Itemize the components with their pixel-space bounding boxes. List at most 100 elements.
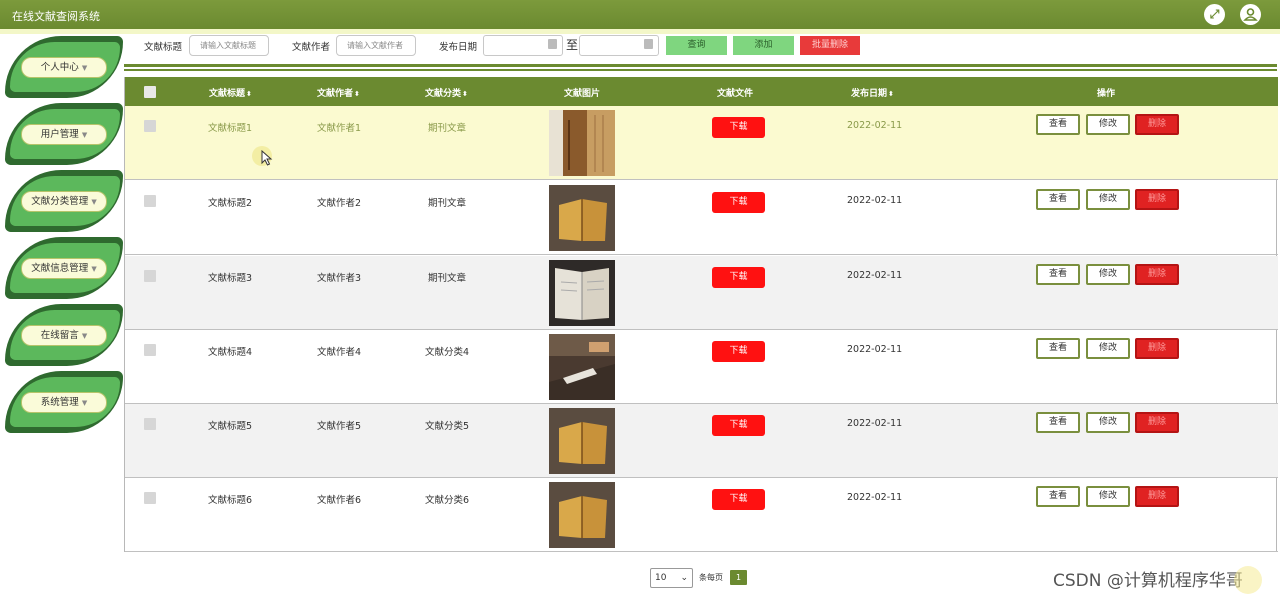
download-button[interactable]: 下载 bbox=[712, 192, 765, 213]
cell-date: 2022-02-11 bbox=[847, 418, 903, 429]
delete-button[interactable]: 删除 bbox=[1135, 412, 1179, 433]
cell-title: 文献标题1 bbox=[208, 123, 253, 134]
author-filter-label: 文献作者 bbox=[292, 42, 331, 53]
select-all-checkbox[interactable] bbox=[144, 86, 156, 98]
sidebar-item-messages[interactable]: 在线留言 ▼ bbox=[5, 304, 123, 366]
view-button[interactable]: 查看 bbox=[1036, 114, 1080, 135]
expand-icon[interactable]: ⤢ bbox=[1204, 4, 1225, 25]
sidebar-item-personal-center[interactable]: 个人中心 ▼ bbox=[5, 36, 123, 98]
cell-title: 文献标题2 bbox=[208, 198, 253, 209]
cell-category: 文献分类4 bbox=[425, 347, 470, 358]
query-button[interactable]: 查询 bbox=[666, 36, 727, 55]
sort-icon: ⬍ bbox=[354, 90, 360, 98]
sidebar-item-user-management[interactable]: 用户管理 ▼ bbox=[5, 103, 123, 165]
literature-image bbox=[549, 482, 615, 548]
cell-date: 2022-02-11 bbox=[847, 344, 903, 355]
edit-button[interactable]: 修改 bbox=[1086, 486, 1130, 507]
menu-pill[interactable]: 用户管理 ▼ bbox=[21, 124, 107, 145]
cell-date: 2022-02-11 bbox=[847, 120, 903, 131]
sidebar-item-label: 在线留言 bbox=[40, 330, 79, 341]
sidebar-item-system-management[interactable]: 系统管理 ▼ bbox=[5, 371, 123, 433]
edit-button[interactable]: 修改 bbox=[1086, 264, 1130, 285]
menu-pill[interactable]: 在线留言 ▼ bbox=[21, 325, 107, 346]
watermark: CSDN @计算机程序华哥 bbox=[1053, 571, 1243, 591]
sort-icon: ⬍ bbox=[888, 90, 894, 98]
table-row[interactable]: 文献标题4 文献作者4 文献分类4 下载 2022-02-11 查看 修改 删除 bbox=[125, 330, 1278, 404]
column-header-image: 文献图片 bbox=[564, 89, 601, 99]
edit-button[interactable]: 修改 bbox=[1086, 338, 1130, 359]
delete-button[interactable]: 删除 bbox=[1135, 486, 1179, 507]
sidebar-item-label: 文献信息管理 bbox=[31, 263, 89, 274]
download-button[interactable]: 下载 bbox=[712, 415, 765, 436]
literature-image bbox=[549, 185, 615, 251]
title-filter-label: 文献标题 bbox=[144, 42, 183, 53]
cell-category: 期刊文章 bbox=[428, 198, 467, 209]
row-checkbox[interactable] bbox=[144, 120, 156, 132]
calendar-icon bbox=[548, 39, 557, 49]
download-button[interactable]: 下载 bbox=[712, 489, 765, 510]
cell-author: 文献作者3 bbox=[317, 273, 362, 284]
menu-pill[interactable]: 文献分类管理 ▼ bbox=[21, 191, 107, 212]
add-button[interactable]: 添加 bbox=[733, 36, 794, 55]
date-range-separator: 至 bbox=[566, 38, 579, 52]
batch-delete-button[interactable]: 批量删除 bbox=[800, 36, 860, 55]
edit-button[interactable]: 修改 bbox=[1086, 114, 1130, 135]
cursor-highlight bbox=[1234, 566, 1262, 594]
column-header-category[interactable]: 文献分类⬍ bbox=[425, 86, 468, 99]
download-button[interactable]: 下载 bbox=[712, 117, 765, 138]
download-button[interactable]: 下载 bbox=[712, 267, 765, 288]
column-header-title[interactable]: 文献标题⬍ bbox=[209, 86, 252, 99]
caret-down-icon: ▼ bbox=[81, 332, 88, 340]
cell-category: 期刊文章 bbox=[428, 123, 467, 134]
table-row[interactable]: 文献标题3 文献作者3 期刊文章 下载 2022-02-11 查看 修改 删除 bbox=[125, 256, 1278, 330]
table-row[interactable]: 文献标题2 文献作者2 期刊文章 下载 2022-02-11 查看 修改 删除 bbox=[125, 181, 1278, 255]
cell-title: 文献标题5 bbox=[208, 421, 253, 432]
search-bar: 文献标题 请输入文献标题 文献作者 请输入文献作者 发布日期 至 查询 添加 批… bbox=[124, 34, 1280, 62]
title-search-input[interactable]: 请输入文献标题 bbox=[189, 35, 269, 56]
edit-button[interactable]: 修改 bbox=[1086, 412, 1130, 433]
delete-button[interactable]: 删除 bbox=[1135, 264, 1179, 285]
user-icon[interactable] bbox=[1240, 4, 1261, 25]
row-checkbox[interactable] bbox=[144, 195, 156, 207]
sidebar-item-literature-management[interactable]: 文献信息管理 ▼ bbox=[5, 237, 123, 299]
view-button[interactable]: 查看 bbox=[1036, 264, 1080, 285]
row-checkbox[interactable] bbox=[144, 492, 156, 504]
cell-author: 文献作者6 bbox=[317, 495, 362, 506]
delete-button[interactable]: 删除 bbox=[1135, 114, 1179, 135]
menu-pill[interactable]: 文献信息管理 ▼ bbox=[21, 258, 107, 279]
view-button[interactable]: 查看 bbox=[1036, 338, 1080, 359]
cell-date: 2022-02-11 bbox=[847, 492, 903, 503]
author-search-input[interactable]: 请输入文献作者 bbox=[336, 35, 416, 56]
view-button[interactable]: 查看 bbox=[1036, 412, 1080, 433]
row-checkbox[interactable] bbox=[144, 270, 156, 282]
table-row[interactable]: 文献标题5 文献作者5 文献分类5 下载 2022-02-11 查看 修改 删除 bbox=[125, 404, 1278, 478]
cell-title: 文献标题3 bbox=[208, 273, 253, 284]
menu-pill[interactable]: 个人中心 ▼ bbox=[21, 57, 107, 78]
start-date-input[interactable] bbox=[483, 35, 563, 56]
literature-image bbox=[549, 260, 615, 326]
page-size-select[interactable]: 10 ⌄ bbox=[650, 568, 693, 588]
delete-button[interactable]: 删除 bbox=[1135, 189, 1179, 210]
menu-pill[interactable]: 系统管理 ▼ bbox=[21, 392, 107, 413]
view-button[interactable]: 查看 bbox=[1036, 486, 1080, 507]
table-row[interactable]: 文献标题6 文献作者6 文献分类6 下载 2022-02-11 查看 修改 删除 bbox=[125, 478, 1278, 552]
literature-image bbox=[549, 110, 615, 176]
cell-category: 期刊文章 bbox=[428, 273, 467, 284]
view-button[interactable]: 查看 bbox=[1036, 189, 1080, 210]
column-header-author[interactable]: 文献作者⬍ bbox=[317, 86, 360, 99]
row-checkbox[interactable] bbox=[144, 418, 156, 430]
delete-button[interactable]: 删除 bbox=[1135, 338, 1179, 359]
page-number-button[interactable]: 1 bbox=[730, 570, 747, 585]
column-header-file: 文献文件 bbox=[717, 89, 754, 99]
cell-author: 文献作者2 bbox=[317, 198, 362, 209]
table-row[interactable]: 文献标题1 文献作者1 期刊文章 下载 2022-02-11 查看 修改 删除 bbox=[125, 106, 1278, 180]
column-header-date[interactable]: 发布日期⬍ bbox=[851, 86, 894, 99]
row-checkbox[interactable] bbox=[144, 344, 156, 356]
sidebar-item-category-management[interactable]: 文献分类管理 ▼ bbox=[5, 170, 123, 232]
edit-button[interactable]: 修改 bbox=[1086, 189, 1130, 210]
literature-image bbox=[549, 334, 615, 400]
download-button[interactable]: 下载 bbox=[712, 341, 765, 362]
end-date-input[interactable] bbox=[579, 35, 659, 56]
sidebar-item-label: 个人中心 bbox=[40, 62, 79, 73]
caret-down-icon: ▼ bbox=[91, 265, 97, 273]
